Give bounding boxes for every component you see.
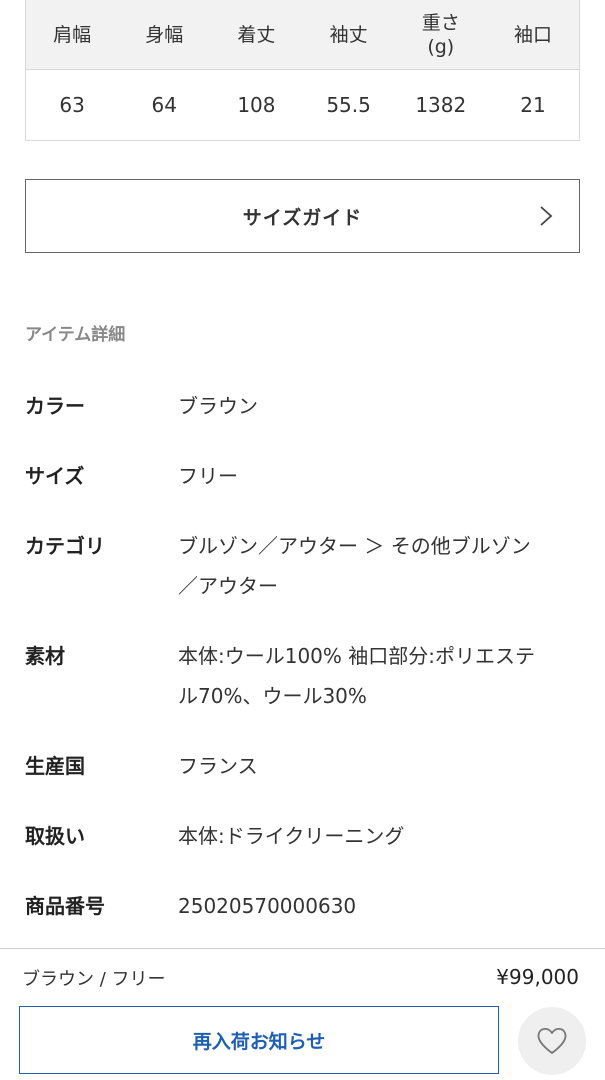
- detail-value: 本体:ウール100% 袖口部分:ポリエステ ル70%、ウール30%: [178, 636, 573, 746]
- price: ¥99,000: [496, 965, 579, 989]
- size-header-length: 着丈: [237, 23, 276, 46]
- detail-value-line: ル70%、ウール30%: [178, 684, 367, 708]
- size-header-cuff: 袖口: [513, 23, 552, 46]
- size-header-chest: 身幅: [145, 23, 184, 46]
- detail-row-care: 取扱い 本体:ドライクリーニング: [25, 816, 585, 886]
- detail-key: サイズ: [25, 464, 85, 488]
- bottom-bar-divider: [0, 948, 605, 949]
- detail-key: 商品番号: [25, 894, 105, 918]
- item-details-title: アイテム詳細: [25, 325, 126, 345]
- size-value-cuff: 21: [520, 93, 546, 117]
- detail-key: カラー: [25, 394, 85, 418]
- size-value-chest: 64: [151, 93, 177, 117]
- item-details-list: カラー ブラウン サイズ フリー カテゴリ ブルゾン／アウター ＞ その他ブルゾ…: [25, 386, 585, 936]
- detail-row-item-number: 商品番号 25020570000630: [25, 886, 585, 936]
- detail-value-line: ブルゾン／アウター ＞ その他ブルゾン: [178, 534, 531, 558]
- size-header-weight: 重さ (g): [421, 11, 460, 58]
- detail-row-color: カラー ブラウン: [25, 386, 585, 456]
- selected-variant: ブラウン / フリー: [22, 969, 166, 990]
- size-value-weight: 1382: [415, 93, 467, 117]
- restock-notify-button[interactable]: 再入荷お知らせ: [19, 1006, 499, 1074]
- size-value-length: 108: [237, 93, 276, 117]
- product-detail-page: 肩幅 身幅 着丈 袖丈 重さ (g) 袖口 63 64 108 55.5 138…: [0, 0, 605, 1080]
- detail-value-line: ／アウター: [178, 574, 278, 598]
- size-value-shoulder: 63: [59, 93, 85, 117]
- heart-icon: [537, 1027, 567, 1054]
- size-table: 肩幅 身幅 着丈 袖丈 重さ (g) 袖口 63 64 108 55.5 138…: [25, 0, 580, 141]
- detail-value: フランス: [178, 754, 258, 778]
- detail-row-size: サイズ フリー: [25, 456, 585, 526]
- detail-value: ブラウン: [178, 394, 258, 418]
- detail-value-line: 本体:ウール100% 袖口部分:ポリエステ: [178, 644, 536, 668]
- detail-value: フリー: [178, 464, 238, 488]
- size-table-row: 63 64 108 55.5 1382 21: [26, 70, 579, 140]
- chevron-right-icon: [540, 206, 553, 226]
- detail-key: 素材: [25, 644, 65, 668]
- favorite-button[interactable]: [518, 1007, 586, 1075]
- detail-row-category: カテゴリ ブルゾン／アウター ＞ その他ブルゾン ／アウター: [25, 526, 585, 636]
- size-guide-label: サイズガイド: [242, 206, 363, 229]
- detail-value: 本体:ドライクリーニング: [178, 824, 405, 848]
- detail-key: 生産国: [25, 754, 85, 778]
- detail-row-material: 素材 本体:ウール100% 袖口部分:ポリエステ ル70%、ウール30%: [25, 636, 585, 746]
- detail-row-origin: 生産国 フランス: [25, 746, 585, 816]
- detail-key: カテゴリ: [25, 534, 105, 558]
- size-guide-button[interactable]: サイズガイド: [25, 179, 580, 253]
- detail-value: ブルゾン／アウター ＞ その他ブルゾン ／アウター: [178, 526, 573, 636]
- size-header-sleeve: 袖丈: [329, 23, 368, 46]
- size-header-shoulder: 肩幅: [53, 23, 92, 46]
- detail-key: 取扱い: [25, 824, 85, 848]
- detail-value: 25020570000630: [178, 894, 357, 918]
- restock-notify-label: 再入荷お知らせ: [192, 1030, 326, 1053]
- size-value-sleeve: 55.5: [326, 93, 371, 117]
- size-table-header: 肩幅 身幅 着丈 袖丈 重さ (g) 袖口: [26, 0, 579, 70]
